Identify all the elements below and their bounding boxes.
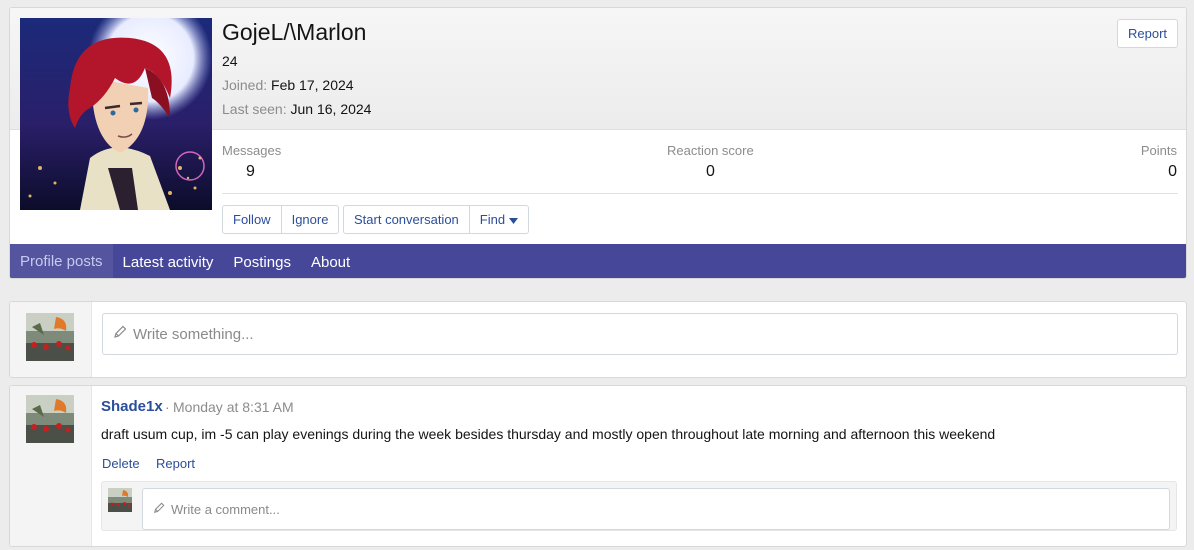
follow-button[interactable]: Follow <box>223 206 281 233</box>
find-label: Find <box>479 212 506 227</box>
pencil-icon <box>153 502 165 517</box>
follow-ignore-group: Follow Ignore <box>222 205 340 234</box>
conversation-find-group: Start conversation Find <box>343 205 530 234</box>
last-seen-value[interactable]: Jun 16, 2024 <box>291 101 372 117</box>
write-something-input[interactable]: Write something... <box>102 313 1178 355</box>
delete-post-link[interactable]: Delete <box>102 456 140 471</box>
profile-post-composer: Write something... <box>9 301 1187 378</box>
find-button[interactable]: Find <box>468 206 528 233</box>
comment-avatar[interactable] <box>108 488 132 512</box>
member-header: GojeL/\Marlon 24 Joined: Feb 17, 2024 La… <box>9 7 1187 279</box>
post-body: draft usum cup, im -5 can play evenings … <box>101 426 996 442</box>
messages-label: Messages <box>222 143 282 158</box>
username: GojeL/\Marlon <box>222 19 367 45</box>
profile-post: Shade1x · Monday at 8:31 AM draft usum c… <box>9 385 1187 547</box>
comment-composer: Write a comment... <box>101 481 1177 531</box>
ignore-button[interactable]: Ignore <box>280 206 339 233</box>
points-label: Points <box>1140 143 1177 158</box>
composer-avatar[interactable] <box>26 313 74 361</box>
post-author-link[interactable]: Shade1x <box>101 398 163 415</box>
joined-value: Feb 17, 2024 <box>271 77 354 93</box>
tab-latest-activity[interactable]: Latest activity <box>113 244 224 278</box>
write-comment-placeholder: Write a comment... <box>171 501 280 517</box>
pencil-icon <box>113 325 127 343</box>
post-meta-separator: · <box>165 399 170 415</box>
points-value[interactable]: 0 <box>1168 163 1177 181</box>
report-post-link[interactable]: Report <box>156 456 195 471</box>
profile-avatar[interactable] <box>20 18 212 210</box>
reaction-score-value[interactable]: 0 <box>706 163 715 181</box>
post-timestamp[interactable]: Monday at 8:31 AM <box>173 399 294 415</box>
messages-value[interactable]: 9 <box>246 163 255 181</box>
joined-label: Joined: <box>222 77 268 93</box>
reaction-score-label: Reaction score <box>667 143 754 158</box>
tab-about[interactable]: About <box>301 244 360 278</box>
post-author-avatar[interactable] <box>26 395 74 443</box>
stats-divider <box>222 193 1178 194</box>
profile-tabs: Profile posts Latest activity Postings A… <box>10 244 1186 278</box>
last-seen-label: Last seen: <box>222 101 287 117</box>
report-member-button[interactable]: Report <box>1117 19 1178 48</box>
write-comment-input[interactable]: Write a comment... <box>142 488 1170 530</box>
start-conversation-button[interactable]: Start conversation <box>344 206 469 233</box>
tab-profile-posts[interactable]: Profile posts <box>10 244 113 278</box>
user-title: 24 <box>222 53 238 69</box>
write-something-placeholder: Write something... <box>133 325 254 343</box>
caret-down-icon <box>509 212 519 227</box>
joined-line: Joined: Feb 17, 2024 <box>222 77 354 93</box>
last-seen-line: Last seen: Jun 16, 2024 <box>222 101 371 117</box>
tab-postings[interactable]: Postings <box>223 244 301 278</box>
